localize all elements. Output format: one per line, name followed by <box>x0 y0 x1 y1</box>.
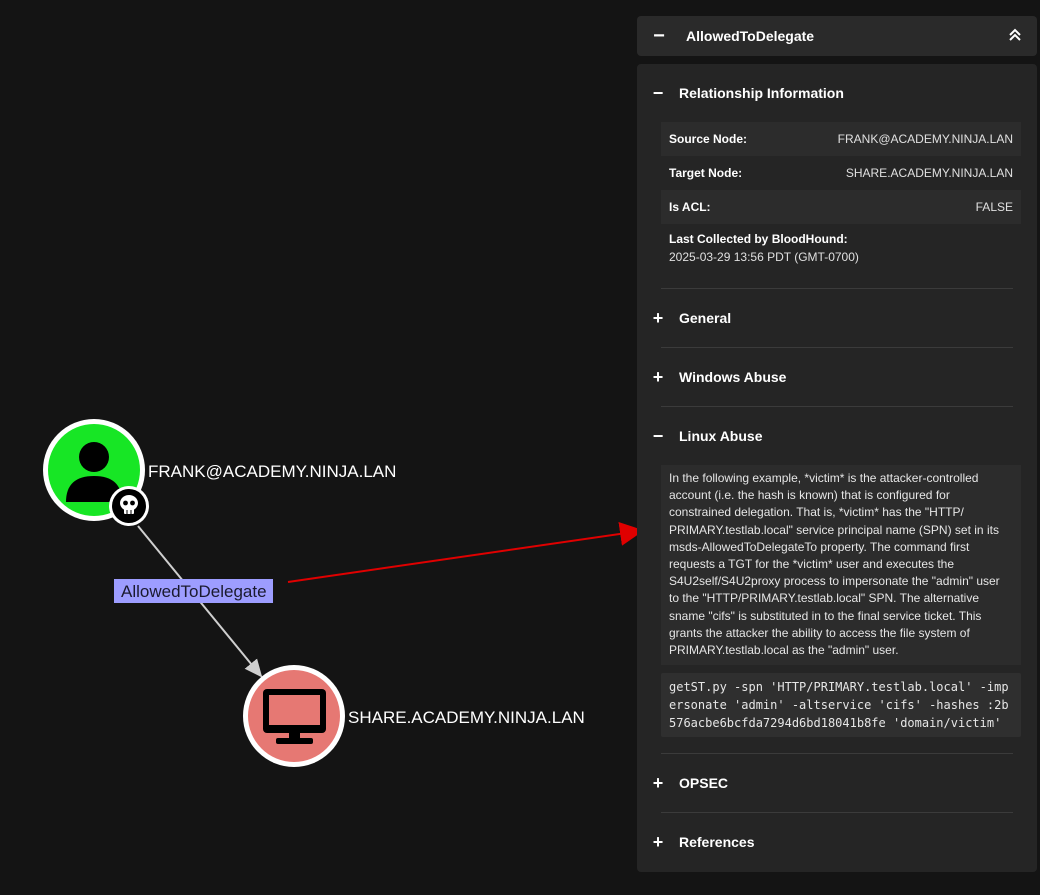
minus-icon: − <box>652 82 664 103</box>
info-key: Target Node: <box>669 166 743 180</box>
section-title: OPSEC <box>679 775 729 792</box>
node-frank[interactable] <box>43 419 149 526</box>
info-row-last-collected: Last Collected by BloodHound: 2025-03-29… <box>661 224 1021 274</box>
plus-icon: + <box>652 366 664 387</box>
node-label-target: SHARE.ACADEMY.NINJA.LAN <box>348 708 585 727</box>
info-value: 2025-03-29 13:56 PDT (GMT-0700) <box>669 250 859 264</box>
section-title: General <box>679 310 732 326</box>
edge-panel-header: − AllowedToDelegate <box>637 16 1037 56</box>
section-title: Relationship Information <box>679 85 844 101</box>
collapse-panel-minus-icon[interactable]: − <box>637 25 681 48</box>
linux-abuse-description: In the following example, *victim* is th… <box>661 465 1021 666</box>
relationship-table: Source Node: FRANK@ACADEMY.NINJA.LAN Tar… <box>661 122 1021 274</box>
info-row-is-acl: Is ACL: FALSE <box>661 190 1021 224</box>
node-label-source: FRANK@ACADEMY.NINJA.LAN <box>148 462 396 481</box>
edge-label-text: AllowedToDelegate <box>121 582 267 601</box>
panel-title: AllowedToDelegate <box>686 28 815 44</box>
node-share[interactable] <box>243 665 345 767</box>
section-title: Linux Abuse <box>679 428 763 444</box>
info-value: FALSE <box>975 200 1013 214</box>
annotation-arrow <box>287 521 644 583</box>
plus-icon: + <box>652 772 664 793</box>
info-key: Source Node: <box>669 132 748 146</box>
info-key: Last Collected by BloodHound: <box>669 232 848 246</box>
info-value[interactable]: FRANK@ACADEMY.NINJA.LAN <box>838 132 1013 146</box>
section-relationship-info[interactable]: − Relationship Information <box>645 64 1021 122</box>
info-value[interactable]: SHARE.ACADEMY.NINJA.LAN <box>846 166 1013 180</box>
minus-icon: − <box>652 425 664 446</box>
section-references[interactable]: + References <box>645 813 1021 871</box>
info-row-source: Source Node: FRANK@ACADEMY.NINJA.LAN <box>661 122 1021 156</box>
double-chevron-up-icon[interactable] <box>993 28 1037 45</box>
plus-icon: + <box>652 831 664 852</box>
skull-icon <box>109 486 149 526</box>
info-row-target: Target Node: SHARE.ACADEMY.NINJA.LAN <box>661 156 1021 190</box>
info-key: Is ACL: <box>669 200 711 214</box>
plus-icon: + <box>652 307 664 328</box>
section-linux-abuse[interactable]: − Linux Abuse <box>645 407 1021 465</box>
edge-info-panel: − Relationship Information Source Node: … <box>637 64 1037 872</box>
section-windows-abuse[interactable]: + Windows Abuse <box>645 348 1021 406</box>
section-title: References <box>679 834 755 851</box>
section-title: Windows Abuse <box>679 369 787 385</box>
linux-abuse-command[interactable]: getST.py -spn 'HTTP/PRIMARY.testlab.loca… <box>661 673 1021 738</box>
edge-label[interactable]: AllowedToDelegate <box>114 579 273 603</box>
section-general[interactable]: + General <box>645 289 1021 347</box>
section-opsec[interactable]: + OPSEC <box>645 754 1021 812</box>
